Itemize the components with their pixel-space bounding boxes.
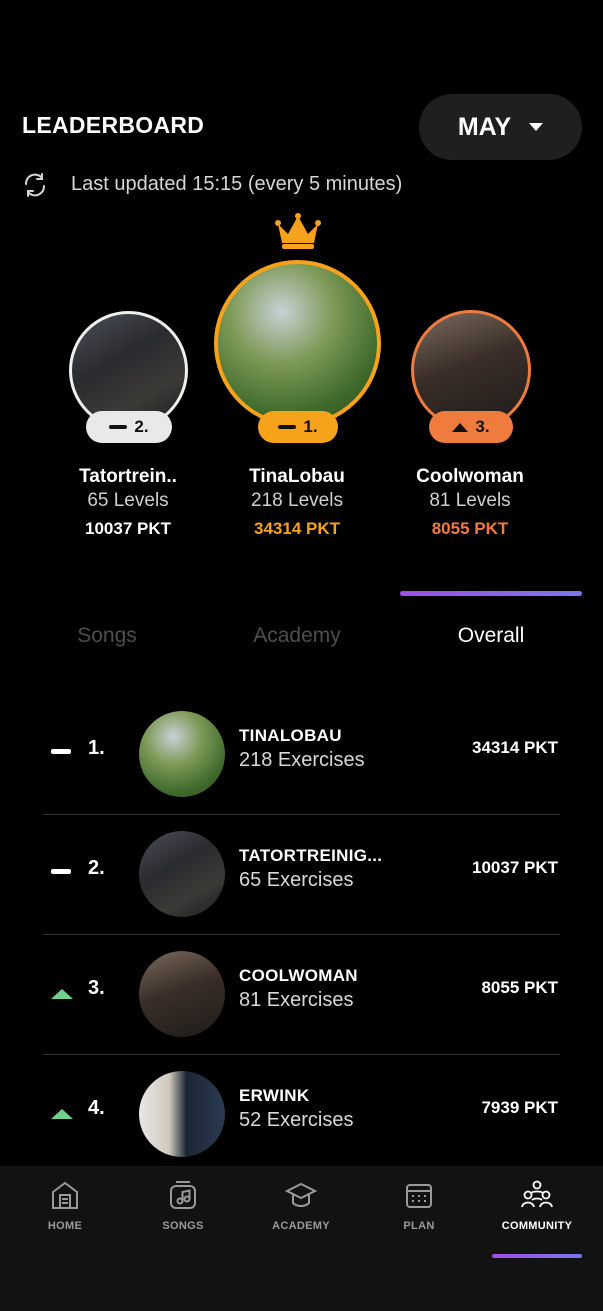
nav-label: HOME [47, 1220, 83, 1232]
graduation-cap-icon [284, 1182, 318, 1207]
podium-name-third: Coolwoman [416, 466, 524, 487]
nav-label: PLAN [403, 1220, 435, 1232]
nav-home[interactable]: HOME [10, 1178, 120, 1232]
exercise-count: 52 Exercises [239, 1109, 354, 1131]
podium-levels-second: 65 Levels [87, 490, 169, 511]
points: 34314 PKT [472, 738, 558, 757]
tab-overall[interactable]: Overall [396, 624, 586, 648]
nav-label: COMMUNITY [501, 1220, 573, 1232]
avatar [139, 831, 225, 917]
nav-active-indicator [492, 1254, 582, 1258]
last-updated-text: Last updated 15:15 (every 5 minutes) [71, 173, 403, 195]
month-selector[interactable]: MAY [419, 94, 582, 160]
user-name: ERWINK [239, 1086, 310, 1105]
rank-number: 2. [88, 857, 105, 879]
rank-number: 1. [88, 737, 105, 759]
tab-academy[interactable]: Academy [202, 624, 392, 648]
calendar-icon [406, 1184, 432, 1208]
arrow-up-icon [51, 1109, 73, 1119]
rank-badge-third: 3. [429, 411, 513, 443]
avatar [139, 951, 225, 1037]
podium-name-first: TinaLobau [249, 466, 345, 487]
music-icon [170, 1181, 196, 1209]
podium-points-first: 34314 PKT [254, 519, 340, 538]
podium-name-second: Tatortrein.. [79, 466, 177, 487]
no-change-icon [278, 425, 297, 429]
user-name: TINALOBAU [239, 726, 342, 745]
no-change-icon [51, 749, 71, 754]
rank-badge-second: 2. [86, 411, 172, 443]
podium-levels-third: 81 Levels [429, 490, 511, 511]
rank-badge-first: 1. [258, 411, 338, 443]
podium-avatar-first[interactable] [214, 260, 381, 427]
rank-number: 4. [88, 1097, 105, 1119]
avatar [139, 1071, 225, 1157]
nav-academy[interactable]: ACADEMY [246, 1178, 356, 1232]
table-row[interactable]: 3. COOLWOMAN 81 Exercises 8055 PKT [43, 934, 560, 1054]
points: 8055 PKT [481, 978, 558, 997]
page-title: LEADERBOARD [22, 112, 205, 138]
no-change-icon [51, 869, 71, 874]
table-row[interactable]: 4. ERWINK 52 Exercises 7939 PKT [43, 1054, 560, 1174]
nav-plan[interactable]: PLAN [364, 1178, 474, 1232]
rank-number: 3. [88, 977, 105, 999]
points: 10037 PKT [472, 858, 558, 877]
home-icon [52, 1181, 78, 1209]
user-name: COOLWOMAN [239, 966, 358, 985]
arrow-up-icon [51, 989, 73, 999]
exercise-count: 65 Exercises [239, 869, 354, 891]
month-label: MAY [457, 112, 512, 141]
chevron-down-icon [529, 123, 544, 131]
user-name: TATORTREINIG... [239, 846, 383, 865]
no-change-icon [109, 425, 128, 429]
podium-levels-first: 218 Levels [251, 490, 343, 511]
exercise-count: 81 Exercises [239, 989, 354, 1011]
nav-label: ACADEMY [272, 1220, 330, 1232]
nav-label: SONGS [162, 1220, 204, 1232]
podium-points-third: 8055 PKT [431, 519, 509, 538]
table-row[interactable]: 1. TINALOBAU 218 Exercises 34314 PKT [43, 694, 560, 814]
podium-points-second: 10037 PKT [85, 519, 171, 538]
exercise-count: 218 Exercises [239, 749, 365, 771]
table-row[interactable]: 2. TATORTREINIG... 65 Exercises 10037 PK… [43, 814, 560, 934]
tab-indicator [400, 591, 582, 596]
tab-songs[interactable]: Songs [12, 624, 202, 648]
community-icon [521, 1180, 553, 1208]
nav-community[interactable]: COMMUNITY [482, 1178, 592, 1232]
refresh-icon[interactable] [22, 172, 48, 198]
crown-icon [275, 213, 321, 249]
arrow-up-icon [452, 422, 469, 432]
avatar [139, 711, 225, 797]
points: 7939 PKT [481, 1098, 558, 1117]
nav-songs[interactable]: SONGS [128, 1178, 238, 1232]
